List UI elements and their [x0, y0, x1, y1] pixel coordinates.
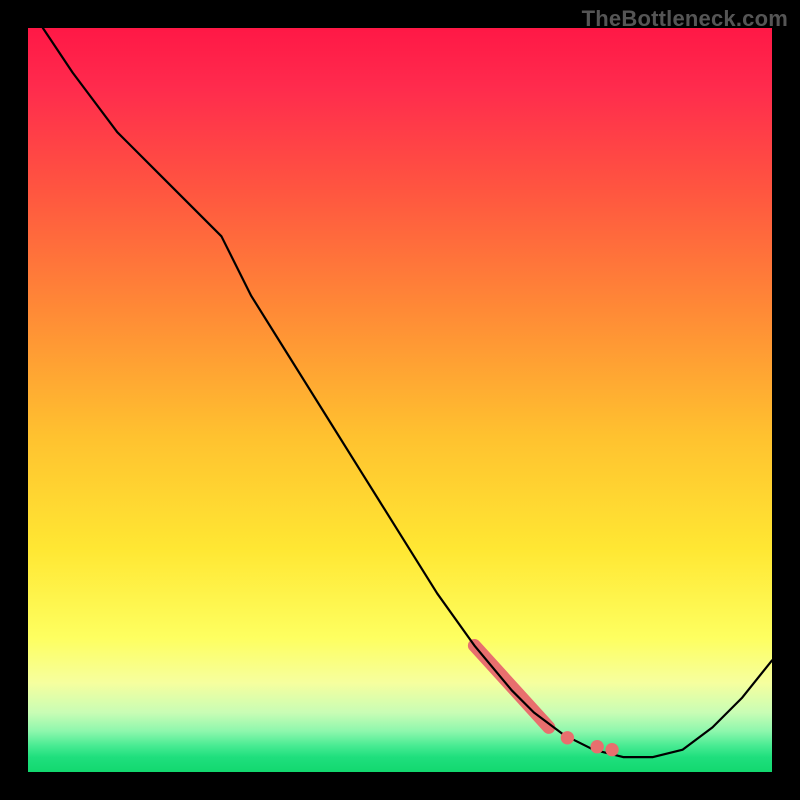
chart-frame: TheBottleneck.com: [0, 0, 800, 800]
curve-svg: [28, 28, 772, 772]
bottleneck-curve: [43, 28, 772, 757]
highlight-dot: [561, 731, 574, 744]
watermark-text: TheBottleneck.com: [582, 6, 788, 32]
highlight-dot: [590, 740, 603, 753]
plot-area: [28, 28, 772, 772]
highlight-dots: [561, 731, 619, 756]
highlight-dot: [605, 743, 618, 756]
